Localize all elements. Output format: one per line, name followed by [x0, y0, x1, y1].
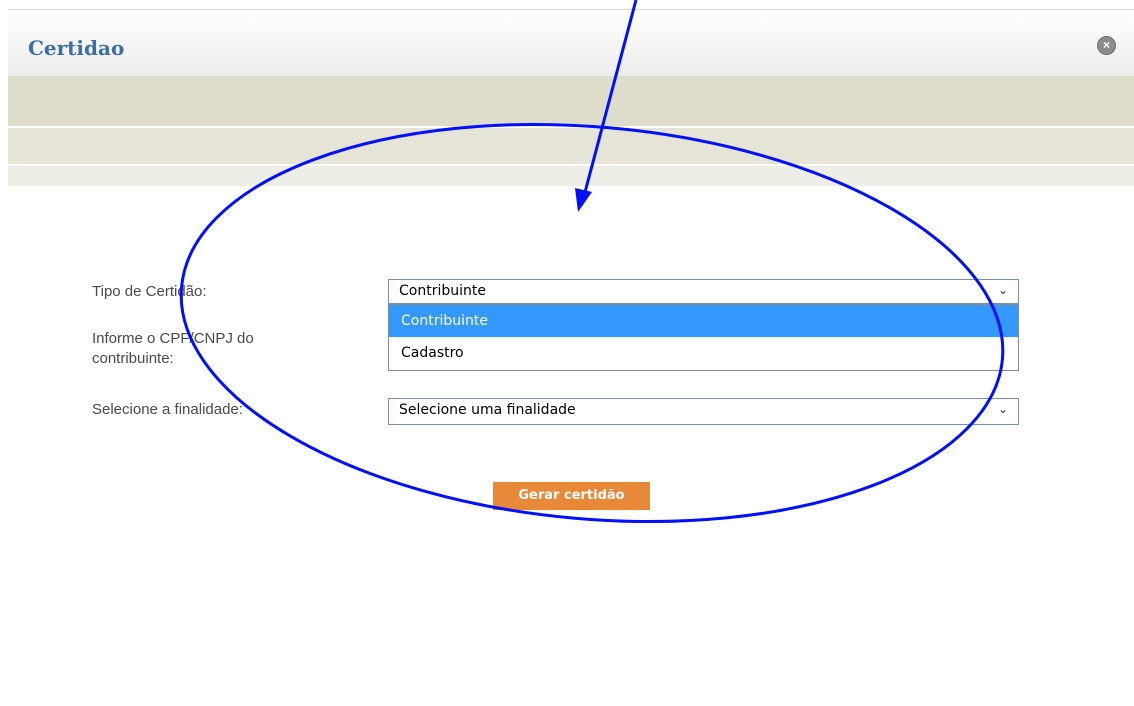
annotation-overlay [179, 0, 1005, 524]
annotation-arrow-head [575, 188, 592, 212]
annotation-arrow-line [582, 0, 638, 197]
